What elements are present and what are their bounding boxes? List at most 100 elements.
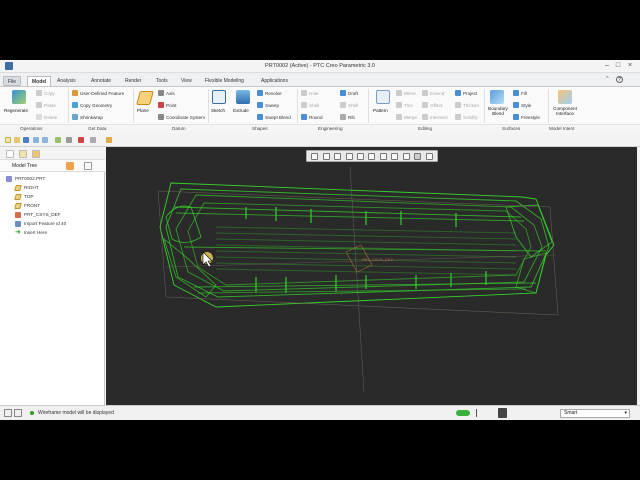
round-button[interactable]: Round <box>301 114 323 120</box>
shell-2-button[interactable]: Shell <box>340 102 358 108</box>
tree-settings-icon[interactable] <box>84 162 92 170</box>
group-datum[interactable]: Datum <box>172 126 186 131</box>
flag-icon[interactable] <box>476 409 482 417</box>
group-editing[interactable]: Editing <box>418 126 432 131</box>
undo-icon[interactable] <box>33 137 39 143</box>
tree-item-insert-here[interactable]: ➜ Insert Here <box>15 228 47 237</box>
coordinate-system-button[interactable]: Coordinate System <box>158 114 205 120</box>
point-button[interactable]: Point <box>158 102 176 108</box>
style-button[interactable]: Style <box>513 102 531 108</box>
group-model-intent[interactable]: Model Intent <box>549 126 574 131</box>
close-window-icon[interactable] <box>78 137 84 143</box>
group-shapes[interactable]: Shapes <box>252 126 268 131</box>
extrude-button[interactable]: Extrude <box>233 108 249 113</box>
regen-status-icon[interactable] <box>456 410 470 416</box>
show-browser-icon[interactable] <box>14 409 22 417</box>
tab-render[interactable]: Render <box>121 76 145 86</box>
trim-button[interactable]: Trim <box>396 102 413 108</box>
revolve-button[interactable]: Revolve <box>257 90 282 96</box>
repaint-icon[interactable] <box>345 152 353 160</box>
delete-button[interactable]: Delete <box>36 114 57 120</box>
tab-applications[interactable]: Applications <box>257 76 292 86</box>
minimize-icon[interactable]: – <box>603 62 611 70</box>
annotation-display-icon[interactable] <box>414 152 422 160</box>
redo-icon[interactable] <box>42 137 48 143</box>
tab-file[interactable]: File <box>3 76 22 86</box>
shell-button[interactable]: Shell <box>301 102 319 108</box>
refit-icon[interactable] <box>311 152 319 160</box>
minimize-ribbon-icon[interactable]: ⌃ <box>604 76 611 83</box>
plane-button[interactable]: Plane <box>137 108 149 113</box>
open-icon[interactable] <box>14 137 20 143</box>
tree-item-root[interactable]: PRT0002.PRT <box>6 174 45 183</box>
customize-icon[interactable] <box>90 137 96 143</box>
draft-button[interactable]: Draft <box>340 90 358 96</box>
view-icon[interactable] <box>106 137 112 143</box>
boundary-blend-button[interactable]: Boundary Blend <box>487 106 509 116</box>
windows-icon[interactable] <box>66 137 72 143</box>
tab-annotate[interactable]: Annotate <box>87 76 115 86</box>
tree-item-front[interactable]: FRONT <box>14 201 40 210</box>
maximize-icon[interactable]: □ <box>614 62 622 70</box>
boundary-blend-icon[interactable] <box>490 90 504 104</box>
selection-filter-dropdown[interactable]: Smart ▾ <box>560 409 630 418</box>
freestyle-button[interactable]: Freestyle <box>513 114 540 120</box>
copy-button[interactable]: Copy <box>36 90 55 96</box>
extend-button[interactable]: Extend <box>422 90 444 96</box>
help-icon[interactable]: ? <box>616 76 623 83</box>
intersect-button[interactable]: Intersect <box>422 114 448 120</box>
extrude-icon[interactable] <box>236 90 250 104</box>
tab-flexible-modeling[interactable]: Flexible Modeling <box>201 76 248 86</box>
sweep-button[interactable]: Sweep <box>257 102 279 108</box>
axis-button[interactable]: Axis <box>158 90 175 96</box>
component-interface-icon[interactable] <box>558 90 572 104</box>
graphics-window[interactable]: PRT_CSYS_DEF <box>106 147 637 405</box>
fill-button[interactable]: Fill <box>513 90 527 96</box>
rib-button[interactable]: Rib <box>340 114 355 120</box>
swept-blend-button[interactable]: Swept Blend <box>257 114 291 120</box>
paste-button[interactable]: Paste <box>36 102 56 108</box>
spin-center-icon[interactable] <box>402 152 410 160</box>
pattern-icon[interactable] <box>376 90 390 104</box>
thicken-button[interactable]: Thicken <box>455 102 479 108</box>
wireframe-model[interactable]: PRT_CSYS_DEF <box>106 147 637 405</box>
model-tree-tab-icon[interactable] <box>6 150 14 158</box>
group-get-data[interactable]: Get Data <box>88 126 106 131</box>
tree-item-right[interactable]: RIGHT <box>14 183 39 192</box>
new-icon[interactable] <box>5 137 11 143</box>
view-manager-icon[interactable] <box>379 152 387 160</box>
project-button[interactable]: Project <box>455 90 477 96</box>
component-interface-button[interactable]: Component Interface <box>551 106 579 116</box>
perspective-icon[interactable] <box>425 152 433 160</box>
mirror-button[interactable]: Mirror <box>396 90 416 96</box>
tree-item-import-feature[interactable]: Import Feature id 40 <box>15 219 66 228</box>
tab-view[interactable]: View <box>177 76 196 86</box>
merge-button[interactable]: Merge <box>396 114 417 120</box>
plane-icon[interactable] <box>136 91 154 105</box>
sketch-icon[interactable] <box>212 90 226 104</box>
offset-button[interactable]: Offset <box>422 102 442 108</box>
shrinkwrap-button[interactable]: Shrinkwrap <box>72 114 103 120</box>
tab-tools[interactable]: Tools <box>152 76 172 86</box>
favorites-tab-icon[interactable] <box>32 150 40 158</box>
regenerate-button[interactable]: Regenerate <box>4 108 28 113</box>
datum-display-icon[interactable] <box>391 152 399 160</box>
user-defined-feature-button[interactable]: User-Defined Feature <box>72 90 124 96</box>
hole-button[interactable]: Hole <box>301 90 318 96</box>
tab-analysis[interactable]: Analysis <box>53 76 80 86</box>
tree-item-top[interactable]: TOP <box>14 192 34 201</box>
group-engineering[interactable]: Engineering <box>318 126 343 131</box>
solidify-button[interactable]: Solidify <box>455 114 478 120</box>
group-operations[interactable]: Operations <box>20 126 42 131</box>
folder-browser-tab-icon[interactable] <box>19 150 27 158</box>
tab-model[interactable]: Model <box>27 76 52 86</box>
copy-geometry-button[interactable]: Copy Geometry <box>72 102 112 108</box>
show-navigator-icon[interactable] <box>4 409 12 417</box>
pattern-button[interactable]: Pattern <box>373 108 388 113</box>
close-icon[interactable]: × <box>626 62 634 70</box>
zoom-in-icon[interactable] <box>322 152 330 160</box>
tree-filter-icon[interactable] <box>66 162 74 170</box>
saved-orientations-icon[interactable] <box>357 152 365 160</box>
group-surfaces[interactable]: Surfaces <box>502 126 520 131</box>
regenerate-icon[interactable] <box>12 90 26 104</box>
